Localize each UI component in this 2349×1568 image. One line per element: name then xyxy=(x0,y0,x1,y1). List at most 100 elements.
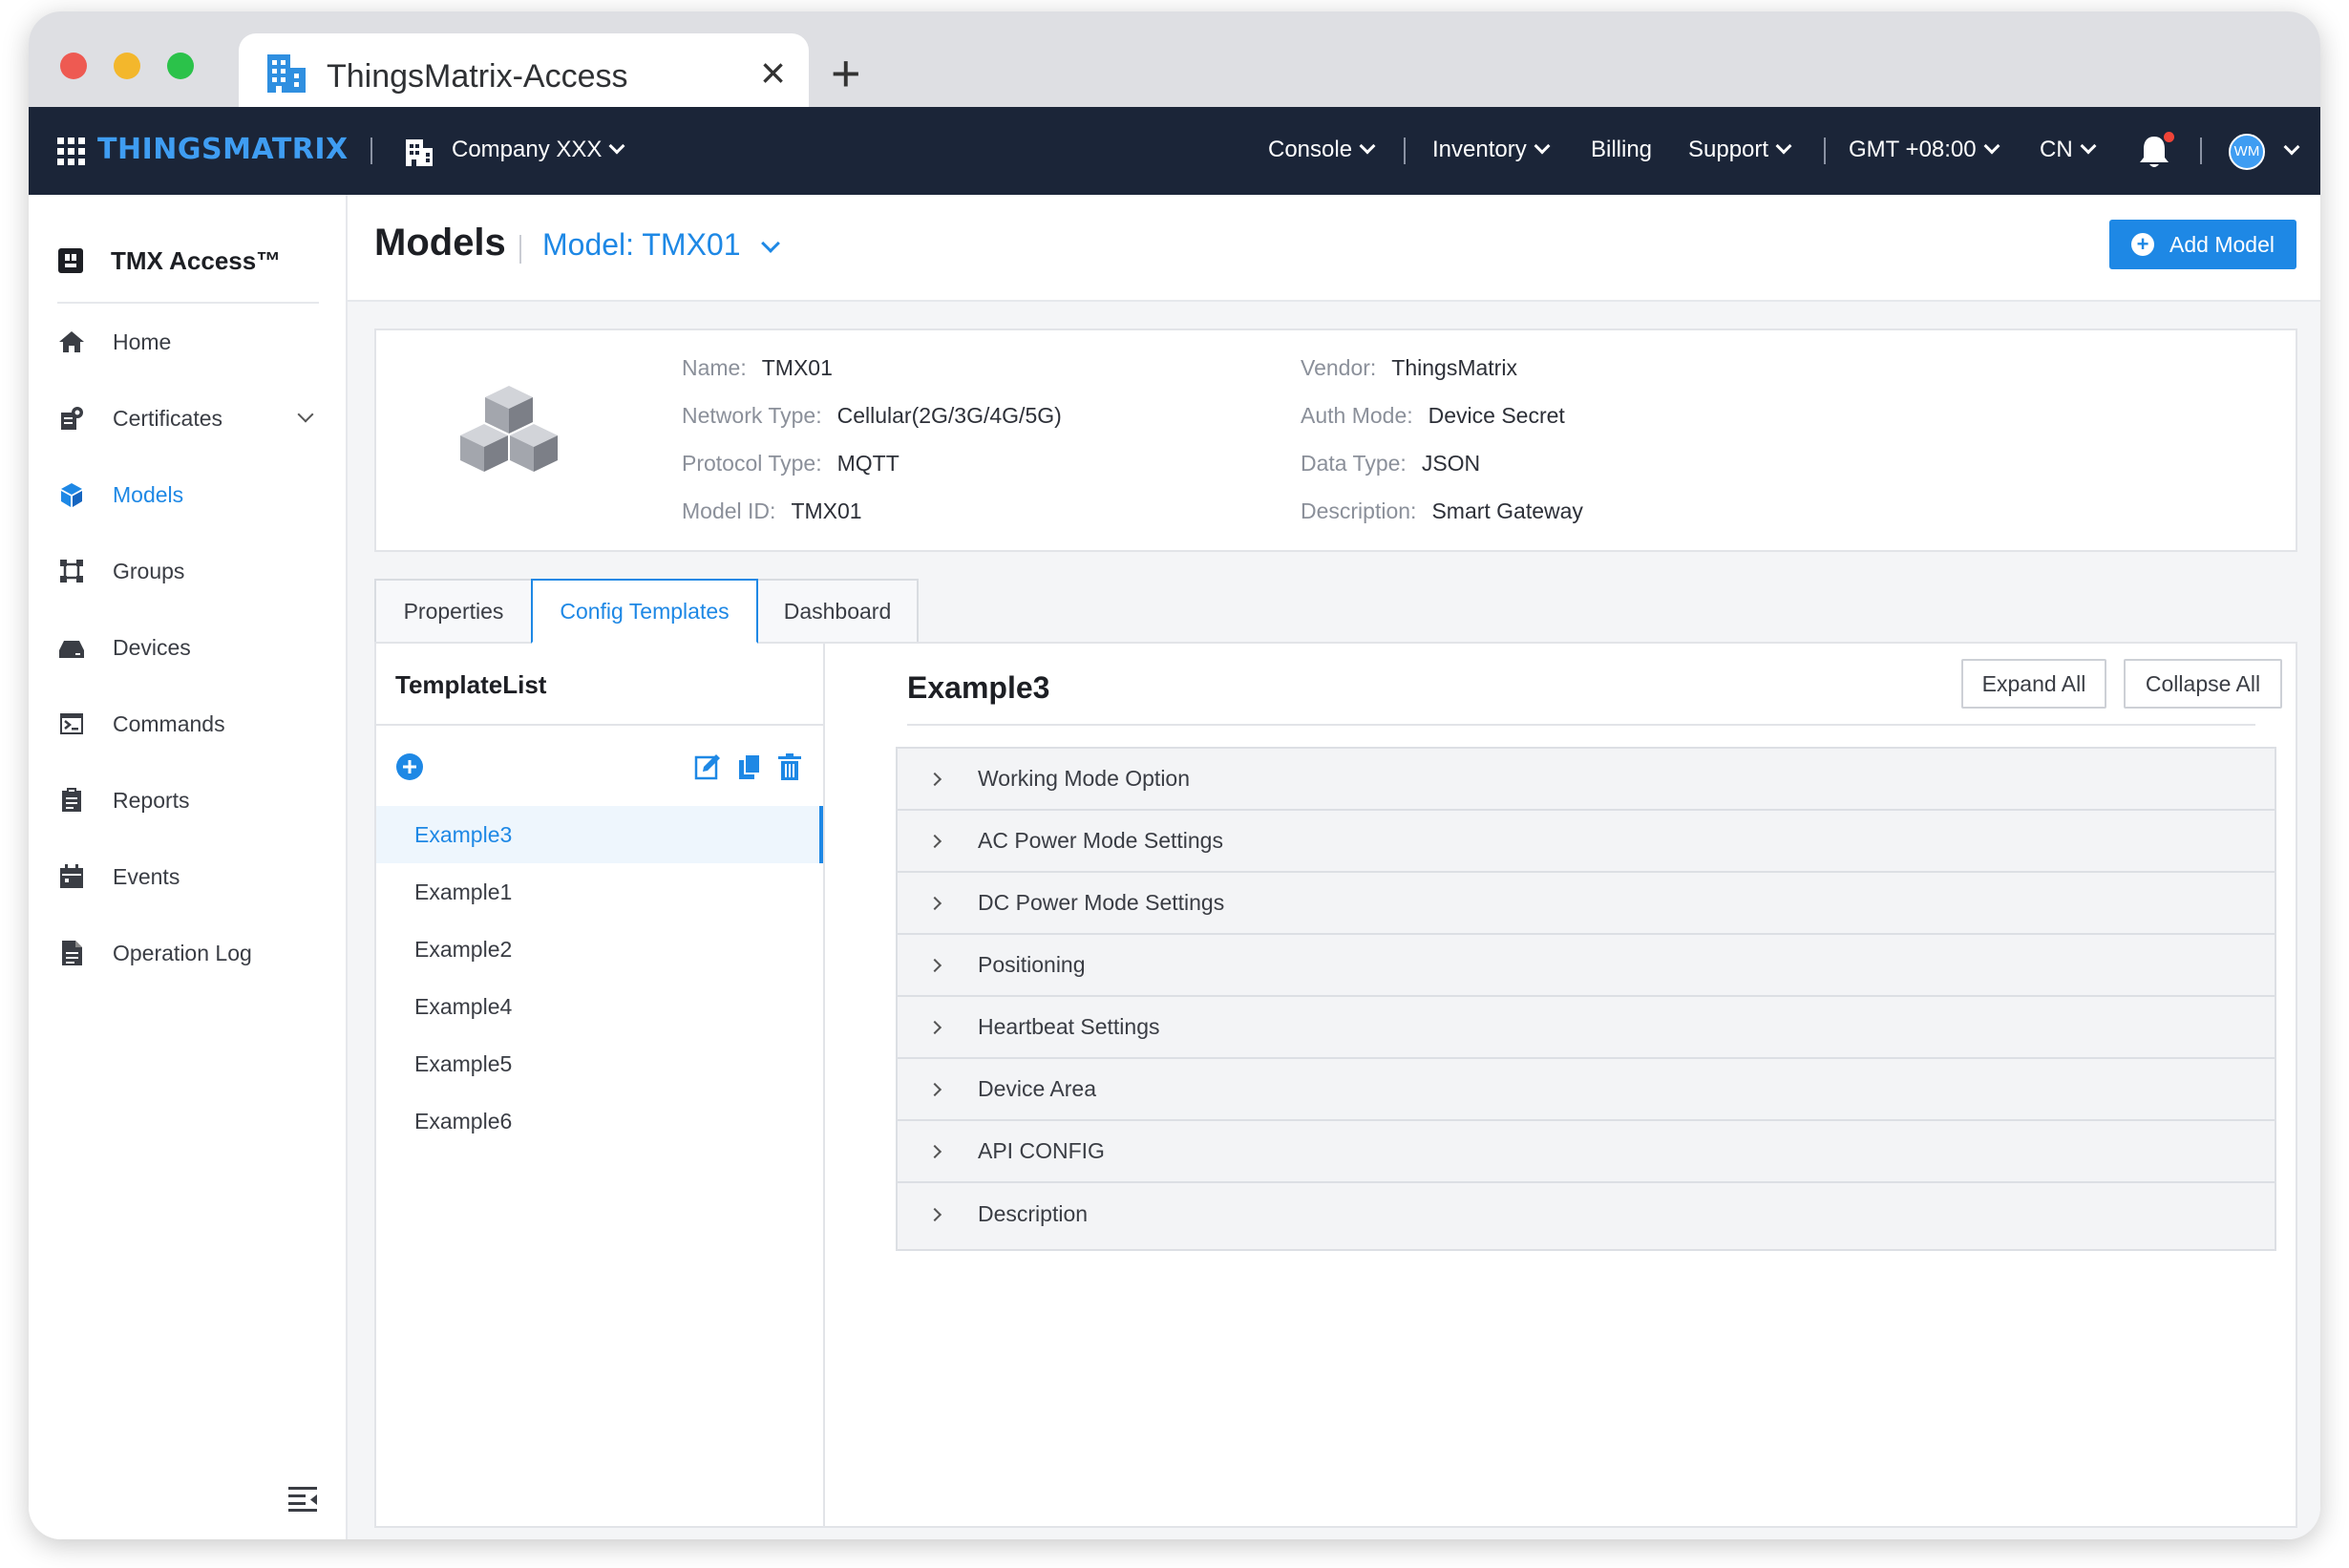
sidebar-item-devices[interactable]: Devices xyxy=(57,628,334,667)
accordion-row-label: Description xyxy=(978,1201,1089,1226)
nav-billing[interactable]: Billing xyxy=(1591,137,1652,163)
detail-divider xyxy=(907,724,2255,726)
sidebar-item-models[interactable]: Models xyxy=(57,476,334,514)
sidebar-item-label: Events xyxy=(113,863,180,889)
sidebar-item-label: Groups xyxy=(113,558,185,583)
tab-properties[interactable]: Properties xyxy=(374,579,533,644)
accordion-row[interactable]: Heartbeat Settings xyxy=(898,997,2275,1059)
window-close-dot[interactable] xyxy=(60,53,87,79)
info-value: JSON xyxy=(1421,451,1481,476)
nav-support-label: Support xyxy=(1688,137,1769,162)
nav-inventory[interactable]: Inventory xyxy=(1432,137,1551,163)
accordion-row[interactable]: AC Power Mode Settings xyxy=(898,811,2275,873)
sidebar-item-commands[interactable]: Commands xyxy=(57,705,334,743)
info-data-type: Data Type: JSON xyxy=(1301,451,1480,477)
browser-tab[interactable]: ThingsMatrix-Access × xyxy=(239,33,809,107)
edit-icon[interactable] xyxy=(693,752,722,781)
groups-icon xyxy=(60,560,83,583)
brand-logo[interactable]: THINGSMATRIX xyxy=(97,133,349,166)
copy-icon[interactable] xyxy=(735,752,764,781)
sidebar-item-events[interactable]: Events xyxy=(57,858,334,896)
collapse-all-button[interactable]: Collapse All xyxy=(2124,659,2282,709)
chevron-right-icon xyxy=(927,958,942,972)
tab-dashboard[interactable]: Dashboard xyxy=(756,579,919,644)
access-icon xyxy=(58,248,83,273)
chevron-down-icon xyxy=(1534,138,1551,155)
chevron-right-icon xyxy=(927,1144,942,1158)
template-item[interactable]: Example1 xyxy=(376,863,823,921)
company-icon xyxy=(406,139,433,166)
sidebar-item-certificates[interactable]: Certificates xyxy=(57,399,334,437)
avatar[interactable]: WM xyxy=(2229,134,2265,170)
template-item[interactable]: Example2 xyxy=(376,921,823,978)
new-tab-icon[interactable]: + xyxy=(831,48,861,99)
header-divider xyxy=(2200,138,2202,164)
tab-close-icon[interactable]: × xyxy=(760,51,786,95)
chevron-down-icon[interactable] xyxy=(297,406,314,423)
accordion-row-label: API CONFIG xyxy=(978,1138,1105,1163)
sidebar-item-label: Operation Log xyxy=(113,940,252,965)
accordion-row-label: Positioning xyxy=(978,952,1086,977)
info-value: ThingsMatrix xyxy=(1391,355,1517,380)
info-key: Data Type: xyxy=(1301,451,1407,476)
template-item[interactable]: Example5 xyxy=(376,1035,823,1092)
accordion-row[interactable]: Description xyxy=(898,1183,2275,1245)
accordion-row[interactable]: Working Mode Option xyxy=(898,749,2275,811)
nav-console[interactable]: Console xyxy=(1268,137,1376,163)
window-maximize-dot[interactable] xyxy=(167,53,194,79)
chevron-down-icon[interactable] xyxy=(2283,138,2300,156)
template-detail-title: Example3 xyxy=(907,670,1050,705)
nav-support[interactable]: Support xyxy=(1688,137,1792,163)
model-selector[interactable]: Model: TMX01 xyxy=(542,227,780,263)
accordion-row[interactable]: API CONFIG xyxy=(898,1121,2275,1183)
chevron-down-icon xyxy=(1359,138,1376,155)
app-grid-icon[interactable] xyxy=(57,138,86,166)
info-key: Description: xyxy=(1301,498,1417,523)
template-item[interactable]: Example6 xyxy=(376,1092,823,1150)
sidebar-item-label: Certificates xyxy=(113,405,223,431)
page-title: Models xyxy=(374,222,506,264)
info-key: Name: xyxy=(682,355,747,380)
tab-config-templates[interactable]: Config Templates xyxy=(531,579,758,644)
accordion-row[interactable]: Positioning xyxy=(898,935,2275,997)
chevron-down-icon xyxy=(1775,138,1792,155)
window-minimize-dot[interactable] xyxy=(114,53,140,79)
config-templates-panel: TemplateList Example3 Example1 Example2 … xyxy=(374,642,2297,1528)
page-header: Models Model: TMX01 + Add Model xyxy=(348,195,2320,302)
sidebar-item-home[interactable]: Home xyxy=(57,323,334,361)
app-header: THINGSMATRIX Company XXX Console Invento… xyxy=(29,107,2320,195)
trash-icon[interactable] xyxy=(775,752,804,781)
device-icon xyxy=(59,641,84,658)
info-network-type: Network Type: Cellular(2G/3G/4G/5G) xyxy=(682,403,1062,429)
template-item[interactable]: Example4 xyxy=(376,978,823,1035)
accordion-row-label: DC Power Mode Settings xyxy=(978,890,1225,915)
language-selector[interactable]: CN xyxy=(2040,137,2097,163)
accordion-row[interactable]: Device Area xyxy=(898,1059,2275,1121)
accordion-row-label: Device Area xyxy=(978,1076,1097,1101)
info-key: Protocol Type: xyxy=(682,451,822,476)
sidebar-collapse-icon[interactable] xyxy=(286,1484,319,1513)
add-circle-icon[interactable] xyxy=(395,752,424,781)
calendar-icon xyxy=(60,864,83,888)
home-icon xyxy=(59,331,84,352)
sidebar-divider xyxy=(57,302,319,304)
accordion-row[interactable]: DC Power Mode Settings xyxy=(898,873,2275,935)
log-icon xyxy=(62,941,82,965)
info-value: Smart Gateway xyxy=(1431,498,1583,523)
chevron-right-icon xyxy=(927,1207,942,1221)
company-selector[interactable]: Company XXX xyxy=(452,137,625,163)
sidebar-item-reports[interactable]: Reports xyxy=(57,781,334,819)
sidebar-item-groups[interactable]: Groups xyxy=(57,552,334,590)
header-divider xyxy=(1404,138,1406,164)
info-name: Name: TMX01 xyxy=(682,355,833,381)
sidebar-item-label: Models xyxy=(113,481,184,507)
template-item[interactable]: Example3 xyxy=(376,806,823,863)
sidebar-item-operation-log[interactable]: Operation Log xyxy=(57,934,334,972)
add-model-button[interactable]: + Add Model xyxy=(2109,220,2296,269)
timezone-selector[interactable]: GMT +08:00 xyxy=(1849,137,2000,163)
expand-all-button[interactable]: Expand All xyxy=(1961,659,2106,709)
info-key: Auth Mode: xyxy=(1301,403,1413,428)
info-key: Vendor: xyxy=(1301,355,1377,380)
sidebar-item-label: Home xyxy=(113,328,172,354)
chevron-right-icon xyxy=(927,1020,942,1034)
